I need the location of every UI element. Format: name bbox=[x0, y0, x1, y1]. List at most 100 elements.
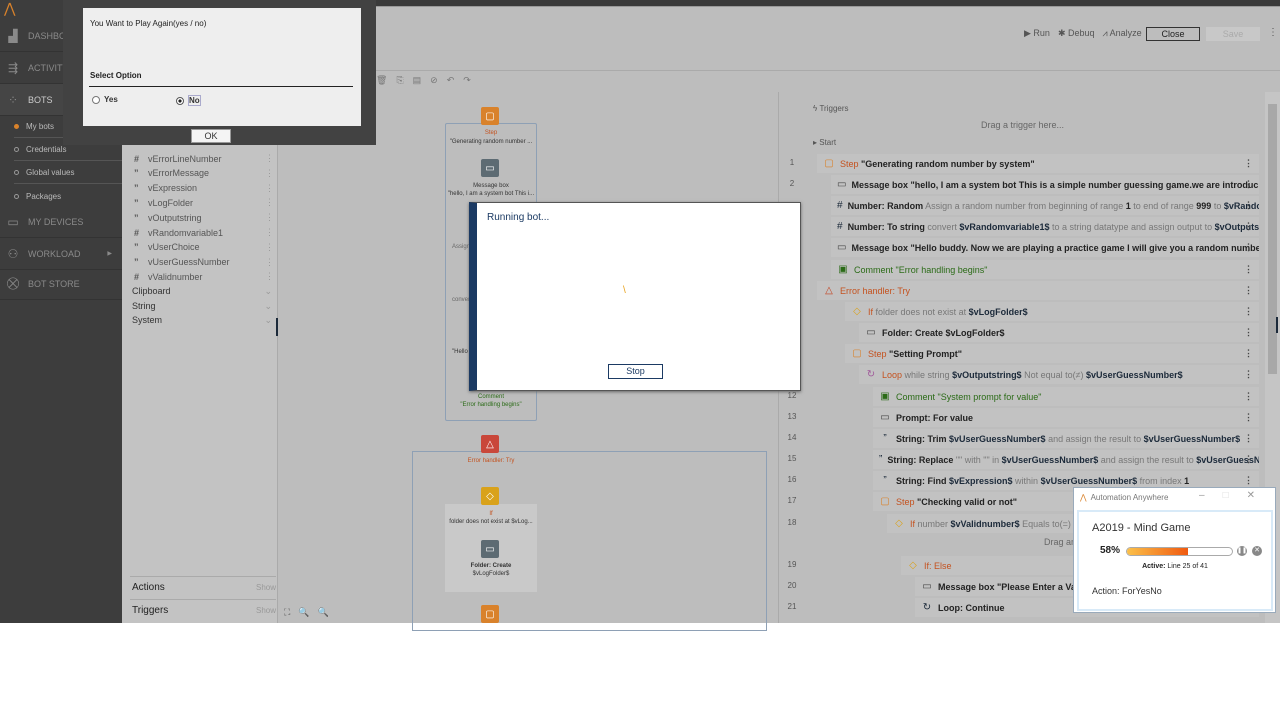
sub-label: Credentials bbox=[26, 145, 67, 154]
group-clipboard[interactable]: Clipboard ⌄ bbox=[132, 286, 272, 297]
action-row[interactable]: ” String: Replace "" with "" in $vUserGue… bbox=[873, 450, 1259, 469]
close-icon[interactable]: ✕ bbox=[1247, 490, 1255, 501]
action-row[interactable]: △ Error handler: Try ⋮ bbox=[817, 281, 1259, 300]
analyze-button[interactable]: ⩘ Analyze bbox=[1103, 28, 1142, 39]
action-row[interactable]: ▣ Comment "Error handling begins" ⋮ bbox=[831, 260, 1259, 279]
pause-button[interactable]: ❚❚ bbox=[1237, 546, 1247, 556]
more-icon[interactable]: ⋮ bbox=[265, 197, 274, 208]
minimize-icon[interactable]: – bbox=[1199, 490, 1205, 501]
variable-item[interactable]: # vValidnumber ⋮ bbox=[134, 269, 274, 284]
action-row[interactable]: ▢ Step "Setting Prompt" ⋮ bbox=[845, 344, 1259, 363]
action-row[interactable]: ▭ Prompt: For value ⋮ bbox=[873, 408, 1259, 427]
nav-workload[interactable]: ⚇ WORKLOAD ▶ bbox=[0, 238, 122, 270]
debug-button[interactable]: ✱ Debuq bbox=[1058, 28, 1095, 39]
variable-item[interactable]: ” vErrorMessage ⋮ bbox=[134, 166, 274, 181]
more-icon[interactable]: ⋮ bbox=[265, 227, 274, 238]
show-link[interactable]: Show bbox=[256, 583, 276, 592]
error-handler-node-icon[interactable]: △ bbox=[481, 435, 499, 453]
row-menu-icon[interactable]: ⋮ bbox=[1244, 264, 1253, 275]
fit-icon[interactable]: ⛶ bbox=[284, 607, 290, 618]
line-number: 14 bbox=[787, 433, 797, 442]
sub-packages[interactable]: Packages bbox=[14, 185, 122, 207]
row-menu-icon[interactable]: ⋮ bbox=[1244, 327, 1253, 338]
copy-icon[interactable]: ⎘ bbox=[396, 75, 403, 86]
action-row[interactable]: ◇ If folder does not exist at $vLogFolder… bbox=[845, 302, 1259, 321]
zoom-in-icon[interactable]: 🔍 bbox=[318, 607, 329, 618]
step-node-icon[interactable]: ▢ bbox=[481, 605, 499, 623]
row-menu-icon[interactable]: ⋮ bbox=[1244, 412, 1253, 423]
triggers-section[interactable]: Triggers Show bbox=[130, 599, 276, 621]
action-text: and assign the result to bbox=[1098, 454, 1197, 465]
more-icon[interactable]: ⋮ bbox=[265, 168, 274, 179]
if-node-icon[interactable]: ◇ bbox=[481, 487, 499, 505]
row-menu-icon[interactable]: ⋮ bbox=[1244, 433, 1253, 444]
save-button[interactable]: Save bbox=[1206, 27, 1260, 41]
action-row[interactable]: ” String: Trim $vUserGuessNumber$ and ass… bbox=[873, 429, 1259, 448]
nav-bot-store[interactable]: ⛒ BOT STORE bbox=[0, 268, 122, 300]
folder-node-icon[interactable]: ▭ bbox=[481, 540, 499, 558]
disable-icon[interactable]: ⊘ bbox=[430, 75, 438, 86]
row-menu-icon[interactable]: ⋮ bbox=[1244, 200, 1253, 211]
variable-item[interactable]: ” vLogFolder ⋮ bbox=[134, 195, 274, 210]
message-box-node-icon[interactable]: ▭ bbox=[481, 159, 499, 177]
row-menu-icon[interactable]: ⋮ bbox=[1244, 475, 1253, 486]
row-menu-icon[interactable]: ⋮ bbox=[1244, 285, 1253, 296]
more-icon[interactable]: ⋮ bbox=[265, 153, 274, 164]
drag-action-zone[interactable]: Drag an bbox=[1044, 537, 1076, 547]
redo-icon[interactable]: ↷ bbox=[463, 75, 471, 86]
variable-item[interactable]: # vErrorLineNumber ⋮ bbox=[134, 151, 274, 166]
action-row[interactable]: ↻ Loop while string $vOutputstring$ Not e… bbox=[859, 365, 1259, 384]
group-system[interactable]: System ⌄ bbox=[132, 315, 272, 326]
more-icon[interactable]: ⋮ bbox=[265, 183, 274, 194]
more-icon[interactable]: ⋮ bbox=[265, 271, 274, 282]
action-row[interactable]: ▭ Message box "hello, I am a system bot T… bbox=[831, 175, 1259, 194]
row-menu-icon[interactable]: ⋮ bbox=[1244, 179, 1253, 190]
action-text: "Hello buddy. Now we are playing a pract… bbox=[910, 242, 1259, 253]
close-button[interactable]: Close bbox=[1146, 27, 1200, 41]
line-number: 1 bbox=[789, 158, 795, 167]
variable-item[interactable]: ” vUserChoice ⋮ bbox=[134, 240, 274, 255]
stop-button[interactable]: Stop bbox=[608, 364, 663, 379]
more-icon[interactable]: ⋮ bbox=[265, 257, 274, 268]
group-string[interactable]: String ⌄ bbox=[132, 301, 272, 312]
row-menu-icon[interactable]: ⋮ bbox=[1244, 242, 1253, 253]
row-menu-icon[interactable]: ⋮ bbox=[1244, 348, 1253, 359]
yes-radio[interactable]: Yes bbox=[92, 95, 118, 104]
action-icon: ▭ bbox=[837, 179, 847, 190]
action-row[interactable]: # Number: Random Assign a random number f… bbox=[831, 196, 1259, 215]
delete-icon[interactable]: 🗑 bbox=[376, 75, 387, 86]
actions-section[interactable]: Actions Show bbox=[130, 576, 276, 598]
no-radio[interactable]: No bbox=[176, 95, 201, 106]
variable-item[interactable]: ” vExpression ⋮ bbox=[134, 181, 274, 196]
action-row[interactable]: ▭ Folder: Create $vLogFolder$ ⋮ bbox=[859, 323, 1259, 342]
drag-trigger-zone[interactable]: Drag a trigger here... bbox=[779, 120, 1266, 130]
step-node-icon[interactable]: ▢ bbox=[481, 107, 499, 125]
variable-item[interactable]: ” vUserGuessNumber ⋮ bbox=[134, 255, 274, 270]
stop-icon[interactable]: ✕ bbox=[1252, 546, 1262, 556]
show-link[interactable]: Show bbox=[256, 606, 276, 615]
action-row[interactable]: ▭ Message box "Hello buddy. Now we are pl… bbox=[831, 238, 1259, 257]
variable-item[interactable]: ” vOutputstring ⋮ bbox=[134, 210, 274, 225]
action-row[interactable]: ▢ Step "Generating random number by syste… bbox=[817, 154, 1259, 173]
row-menu-icon[interactable]: ⋮ bbox=[1244, 454, 1253, 465]
more-icon[interactable]: ⋮ bbox=[265, 242, 274, 253]
sub-global-values[interactable]: Global values bbox=[14, 162, 122, 184]
row-menu-icon[interactable]: ⋮ bbox=[1244, 391, 1253, 402]
maximize-icon[interactable]: □ bbox=[1223, 490, 1229, 501]
more-menu-icon[interactable]: ⋮ bbox=[1268, 27, 1278, 38]
row-menu-icon[interactable]: ⋮ bbox=[1244, 369, 1253, 380]
row-menu-icon[interactable]: ⋮ bbox=[1244, 306, 1253, 317]
ok-button[interactable]: OK bbox=[191, 129, 231, 143]
undo-icon[interactable]: ↶ bbox=[447, 75, 455, 86]
panel-scrollbar[interactable] bbox=[276, 318, 278, 336]
paste-icon[interactable]: ▤ bbox=[413, 75, 422, 86]
row-menu-icon[interactable]: ⋮ bbox=[1244, 221, 1253, 232]
row-menu-icon[interactable]: ⋮ bbox=[1244, 158, 1253, 169]
variable-item[interactable]: # vRandomvariable1 ⋮ bbox=[134, 225, 274, 240]
zoom-out-icon[interactable]: 🔍 bbox=[298, 607, 309, 618]
action-row[interactable]: # Number: To string convert $vRandomvaria… bbox=[831, 217, 1259, 236]
nav-my-devices[interactable]: ▭ MY DEVICES bbox=[0, 206, 122, 238]
run-button[interactable]: ▶ Run bbox=[1024, 28, 1050, 39]
action-row[interactable]: ▣ Comment "System prompt for value" ⋮ bbox=[873, 387, 1259, 406]
more-icon[interactable]: ⋮ bbox=[265, 212, 274, 223]
